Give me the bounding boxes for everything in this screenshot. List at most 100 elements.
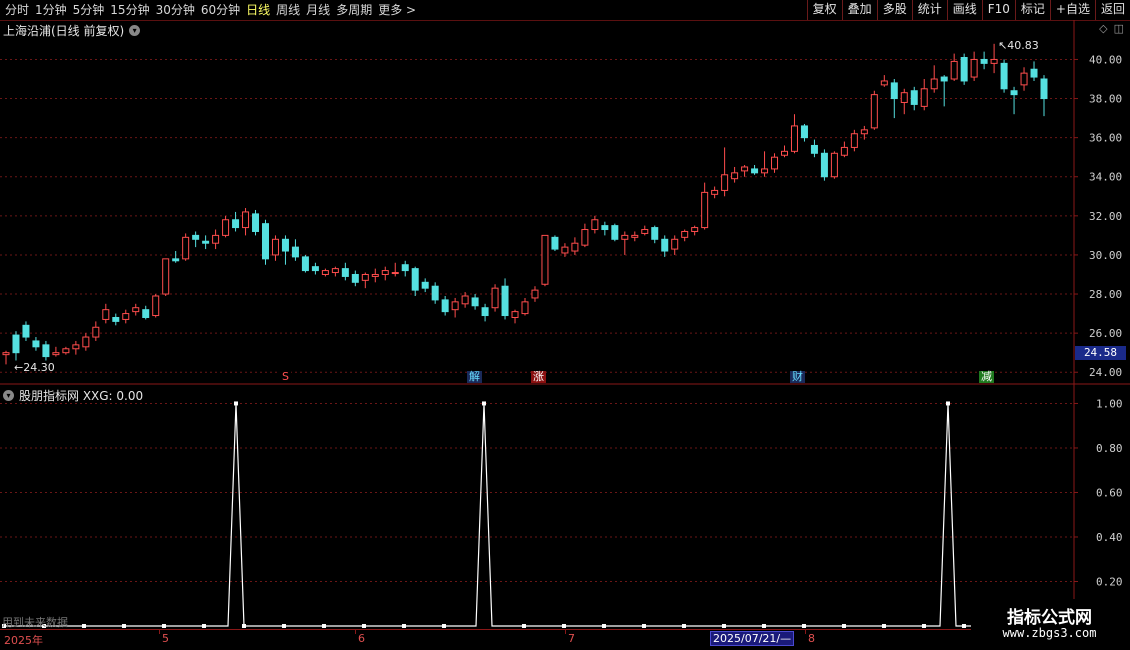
period-tab-8[interactable]: 月线 [303,0,333,20]
candle-body [591,219,599,231]
candle-body [222,219,230,236]
candle-body [281,238,289,252]
toolbar-button-1[interactable]: 叠加 [841,0,877,20]
candle-body [252,213,260,232]
low-price-annotation: ←24.30 [14,361,55,374]
period-tab-10[interactable]: 更多 > [375,0,419,20]
candle-body [641,229,649,234]
candle-body [711,189,719,195]
diamond-icon[interactable]: ◇ [1099,22,1107,35]
period-tab-5[interactable]: 60分钟 [198,0,243,20]
candle-body [122,313,130,320]
y-tick-label: 24.00 [1089,366,1122,379]
toolbar-button-0[interactable]: 复权 [806,0,842,20]
candle-body [52,352,60,356]
candle-body [651,227,659,240]
candle-body [820,152,828,178]
toolbar-button-5[interactable]: F10 [981,0,1015,20]
event-tag[interactable]: S [280,371,291,383]
candle-body [1040,78,1048,100]
period-tab-1[interactable]: 1分钟 [32,0,70,20]
xxg-point [602,624,606,628]
xxg-line [4,403,1020,627]
period-tab-0[interactable]: 分时 [2,0,32,20]
candle-body [351,273,359,283]
candle-body [751,168,759,174]
toolbar-button-7[interactable]: +自选 [1049,0,1095,20]
candle-body [311,266,319,272]
y-tick-label: 32.00 [1089,210,1122,223]
candle-body [461,295,469,305]
candle-body [741,166,749,172]
period-tab-9[interactable]: 多周期 [333,0,375,20]
candle-body [1000,62,1008,90]
candle-body [481,307,489,317]
watermark-title: 指标公式网 [1007,608,1092,628]
candle-body [341,268,349,277]
candle-body [681,230,689,238]
date-axis-label: 6 [358,632,365,645]
period-tabs: 分时 1分钟 5分钟 15分钟 30分钟 60分钟 日线 周线 月线 多周期 更多 > [2,0,419,20]
date-axis-label: 7 [568,632,575,645]
toolbar-button-6[interactable]: 标记 [1014,0,1050,20]
chart-title-bar: 上海沿浦(日线 前复权) ▾ [3,22,141,39]
candle-body [970,58,978,78]
xxg-point [682,624,686,628]
candle-body [960,57,968,82]
candle-body [950,60,958,80]
y-tick-label: 0.80 [1096,442,1123,455]
event-tag[interactable]: 涨 [531,371,546,383]
xxg-point [642,624,646,628]
y-tick-label: 36.00 [1089,132,1122,145]
candle-body [72,344,80,350]
candle-body [890,82,898,100]
y-tick-label: 0.60 [1096,486,1123,499]
candle-body [790,125,798,152]
date-axis-label: 8 [808,632,815,645]
period-tab-7[interactable]: 周线 [273,0,303,20]
candle-body [980,58,988,64]
date-tick [805,630,806,634]
candle-body [232,219,240,229]
stock-title: 上海沿浦(日线 前复权) [3,24,125,38]
period-tab-2[interactable]: 5分钟 [70,0,108,20]
candle-body [880,80,888,86]
xxg-point [122,624,126,628]
period-tab-3[interactable]: 15分钟 [107,0,152,20]
toolbar-button-2[interactable]: 多股 [876,0,912,20]
price-chart[interactable]: 40.00 38.00 36.00 34.00 32.00 30.00 28.00 26.00… [0,0,1130,650]
candle-body [421,281,429,289]
event-tag[interactable]: 财 [790,371,805,383]
xxg-point [362,624,366,628]
candle-body [840,146,848,156]
candle-body [721,174,729,191]
candle-body [451,301,459,311]
toolbar-button-3[interactable]: 统计 [911,0,947,20]
xxg-point [722,624,726,628]
period-tab-6[interactable]: 日线 [243,0,273,20]
candle-body [391,272,399,275]
toolbar-button-4[interactable]: 画线 [946,0,982,20]
candle-body [731,172,739,180]
period-tab-4[interactable]: 30分钟 [153,0,198,20]
candle-body [761,168,769,174]
candle-body [192,234,200,240]
xxg-point [842,624,846,628]
candle-body [581,229,589,246]
chevron-down-icon[interactable]: ▾ [3,390,14,401]
candle-body [800,125,808,139]
candle-body [611,225,619,240]
window-toggle-icon[interactable]: ◫ [1114,22,1124,35]
chart-corner-icons: ◇ ◫ [1099,22,1124,35]
event-tag[interactable]: 减 [979,371,994,383]
toolbar-button-8[interactable]: 返回 [1094,0,1130,20]
date-tick [355,630,356,634]
toolbar-actions: 复权 叠加 多股 统计 画线 F10 标记 +自选 返回 [806,0,1130,20]
candle-body [1010,90,1018,96]
xxg-point [882,624,886,628]
watermark: 指标公式网 www.zbgs3.com [971,599,1128,645]
event-tag[interactable]: 解 [467,371,482,383]
chevron-down-icon[interactable]: ▾ [129,25,141,36]
candle-body [22,324,30,338]
y-tick-label: 34.00 [1089,171,1122,184]
